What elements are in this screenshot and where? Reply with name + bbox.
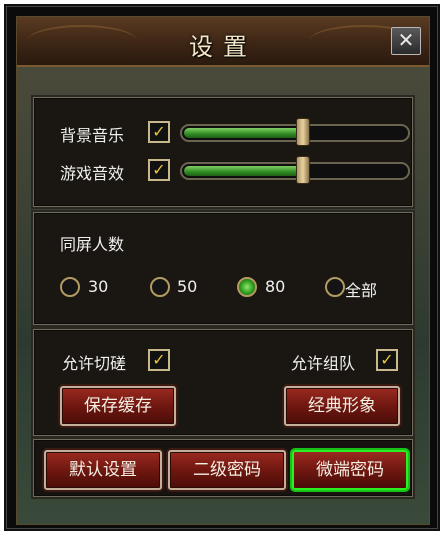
settings-window: 设置 ✕ 背景音乐 ✓ 游戏音效 ✓ 同屏人数 30 50 80 全部 允许切磋…	[16, 16, 430, 525]
screen-players-title: 同屏人数	[60, 235, 125, 254]
radio-30-label: 30	[88, 277, 109, 296]
client-password-button[interactable]: 微端密码	[292, 450, 408, 490]
allow-team-checkbox[interactable]: ✓	[376, 349, 398, 371]
radio-80-label: 80	[265, 277, 286, 296]
sfx-slider-fill	[184, 166, 302, 176]
sfx-label: 游戏音效	[60, 164, 125, 183]
allow-team-label: 允许组队	[291, 354, 356, 373]
radio-all-label: 全部	[345, 281, 378, 300]
bgm-slider-fill	[184, 128, 302, 138]
sfx-checkbox[interactable]: ✓	[148, 159, 170, 181]
bgm-checkbox[interactable]: ✓	[148, 121, 170, 143]
audio-panel: 背景音乐 ✓ 游戏音效 ✓	[33, 97, 413, 207]
bgm-slider-knob[interactable]	[296, 118, 310, 146]
sfx-volume-slider[interactable]	[180, 156, 410, 184]
close-button[interactable]: ✕	[391, 27, 421, 55]
allow-duel-label: 允许切磋	[62, 354, 127, 373]
classic-look-button[interactable]: 经典形象	[284, 386, 400, 426]
bgm-volume-slider[interactable]	[180, 118, 410, 146]
bgm-label: 背景音乐	[60, 126, 125, 145]
radio-30[interactable]	[60, 277, 80, 297]
default-settings-button[interactable]: 默认设置	[44, 450, 162, 490]
radio-50-label: 50	[177, 277, 198, 296]
secondary-password-button[interactable]: 二级密码	[168, 450, 286, 490]
settings-content: 背景音乐 ✓ 游戏音效 ✓ 同屏人数 30 50 80 全部 允许切磋 ✓ 允许…	[17, 67, 429, 524]
dialog-title: 设置	[189, 33, 257, 61]
allow-duel-checkbox[interactable]: ✓	[148, 349, 170, 371]
sfx-slider-knob[interactable]	[296, 156, 310, 184]
screen-players-panel: 同屏人数 30 50 80 全部	[33, 212, 413, 325]
radio-all[interactable]	[325, 277, 345, 297]
save-cache-button[interactable]: 保存缓存	[60, 386, 176, 426]
title-bar: 设置 ✕	[17, 17, 429, 67]
permissions-panel: 允许切磋 ✓ 允许组队 ✓ 保存缓存 经典形象	[33, 329, 413, 436]
radio-80[interactable]	[237, 277, 257, 297]
radio-50[interactable]	[150, 277, 170, 297]
settings-dialog-frame: 设置 ✕ 背景音乐 ✓ 游戏音效 ✓ 同屏人数 30 50 80 全部 允许切磋…	[4, 4, 440, 531]
bottom-actions-panel: 默认设置 二级密码 微端密码	[33, 439, 413, 497]
